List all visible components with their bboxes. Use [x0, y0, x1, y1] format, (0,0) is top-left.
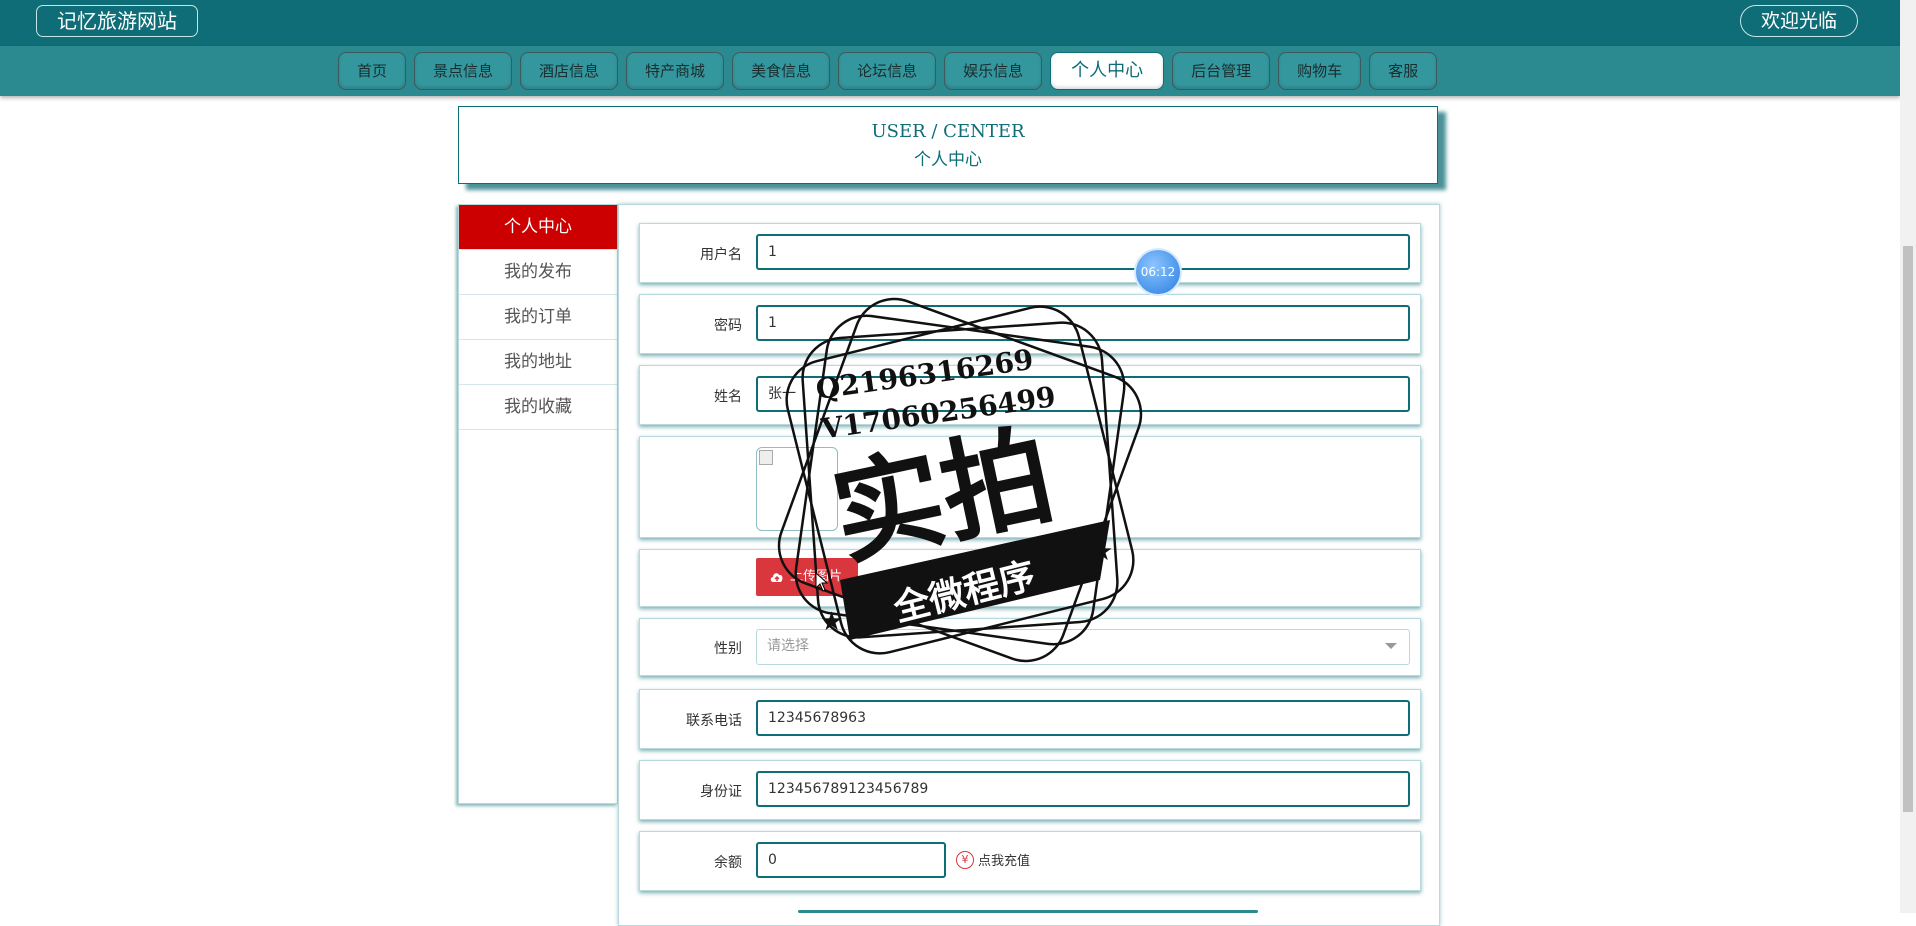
- nav-items: 首页 景点信息 酒店信息 特产商城 美食信息 论坛信息 娱乐信息 个人中心 后台…: [338, 52, 1438, 90]
- main-nav: 首页 景点信息 酒店信息 特产商城 美食信息 论坛信息 娱乐信息 个人中心 后台…: [0, 46, 1900, 96]
- cloud-upload-icon: [770, 573, 783, 582]
- username-label: 用户名: [700, 247, 742, 263]
- nav-item-food[interactable]: 美食信息: [732, 52, 831, 90]
- phone-input[interactable]: 12345678963: [756, 700, 1410, 736]
- form-row-avatar: [639, 436, 1421, 538]
- nav-item-user-center[interactable]: 个人中心: [1050, 52, 1165, 90]
- sidebar-item-my-posts[interactable]: 我的发布: [459, 250, 617, 295]
- page-heading-en: USER / CENTER: [871, 121, 1025, 142]
- page-scrollbar[interactable]: [1900, 0, 1916, 913]
- password-input[interactable]: 1: [756, 305, 1410, 341]
- form-row-id-card: 身份证 123456789123456789: [639, 760, 1421, 820]
- sidebar-item-my-orders[interactable]: 我的订单: [459, 295, 617, 340]
- recharge-link[interactable]: ¥ 点我充值: [956, 850, 1030, 869]
- recharge-label: 点我充值: [978, 854, 1031, 869]
- gender-select[interactable]: 请选择: [756, 629, 1410, 665]
- nav-item-home[interactable]: 首页: [338, 52, 407, 90]
- scrollbar-thumb[interactable]: [1903, 246, 1913, 812]
- sidebar-item-my-favorites[interactable]: 我的收藏: [459, 385, 617, 430]
- profile-form: 用户名 1 密码 1 姓名 张一 上传图片 性别 请选择 联系电话 1234: [618, 204, 1440, 926]
- id-card-input[interactable]: 123456789123456789: [756, 771, 1410, 807]
- form-row-upload: 上传图片: [639, 549, 1421, 607]
- broken-image-icon: [759, 450, 773, 465]
- chevron-down-icon: [1385, 643, 1397, 649]
- id-card-label: 身份证: [700, 784, 742, 800]
- page-heading-cn: 个人中心: [914, 150, 982, 170]
- upload-image-button[interactable]: 上传图片: [756, 558, 859, 596]
- form-row-name: 姓名 张一: [639, 365, 1421, 425]
- nav-item-specialty-mall[interactable]: 特产商城: [626, 52, 725, 90]
- name-label: 姓名: [714, 389, 742, 405]
- mouse-cursor-icon: [815, 572, 829, 592]
- yen-icon: ¥: [956, 850, 974, 869]
- welcome-button[interactable]: 欢迎光临: [1739, 5, 1858, 37]
- timer-badge: 06:12: [1134, 248, 1182, 296]
- top-bar: 记忆旅游网站 欢迎光临: [0, 0, 1900, 46]
- nav-item-cart[interactable]: 购物车: [1278, 52, 1362, 90]
- sidebar-item-my-address[interactable]: 我的地址: [459, 340, 617, 385]
- name-input[interactable]: 张一: [756, 376, 1410, 412]
- nav-item-hotels[interactable]: 酒店信息: [520, 52, 619, 90]
- sidebar-item-user-center[interactable]: 个人中心: [459, 205, 617, 250]
- form-row-phone: 联系电话 12345678963: [639, 689, 1421, 749]
- balance-input[interactable]: 0: [756, 842, 946, 878]
- page-heading: USER / CENTER 个人中心: [458, 106, 1438, 184]
- form-row-password: 密码 1: [639, 294, 1421, 354]
- site-title[interactable]: 记忆旅游网站: [36, 5, 198, 37]
- nav-item-forum[interactable]: 论坛信息: [838, 52, 937, 90]
- password-label: 密码: [714, 318, 742, 334]
- form-row-gender: 性别 请选择: [639, 618, 1421, 676]
- avatar-image: [756, 447, 838, 531]
- nav-item-customer-service[interactable]: 客服: [1369, 52, 1438, 90]
- form-row-balance: 余额 0 ¥ 点我充值: [639, 831, 1421, 891]
- form-row-username: 用户名 1: [639, 223, 1421, 283]
- user-sidebar: 个人中心 我的发布 我的订单 我的地址 我的收藏: [458, 204, 618, 804]
- balance-label: 余额: [714, 855, 742, 871]
- nav-item-entertainment[interactable]: 娱乐信息: [944, 52, 1043, 90]
- username-input[interactable]: 1: [756, 234, 1410, 270]
- nav-item-admin[interactable]: 后台管理: [1172, 52, 1271, 90]
- gender-select-placeholder: 请选择: [767, 638, 809, 654]
- nav-item-attractions[interactable]: 景点信息: [414, 52, 513, 90]
- phone-label: 联系电话: [686, 713, 742, 729]
- gender-label: 性别: [714, 641, 742, 657]
